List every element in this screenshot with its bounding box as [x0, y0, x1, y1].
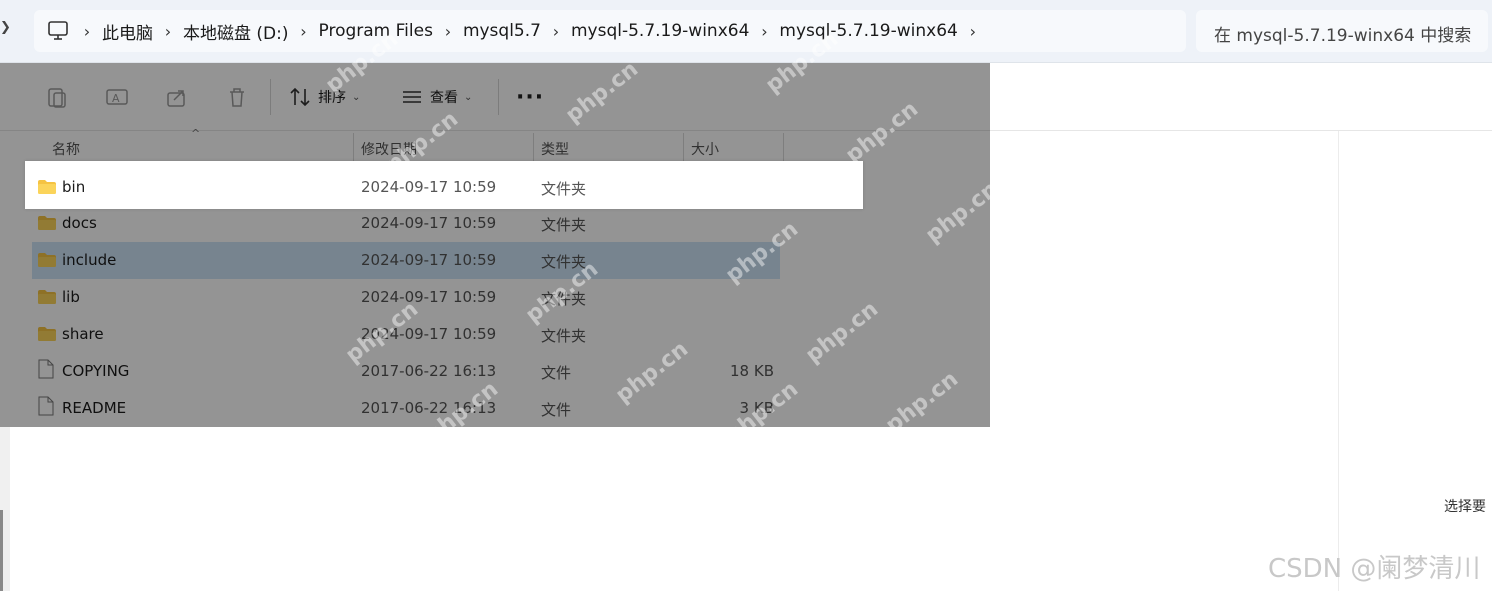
breadcrumb[interactable]: › 此电脑 › 本地磁盘 (D:) › Program Files › mysq… [34, 10, 1186, 52]
more-options-icon[interactable]: ··· [516, 85, 544, 110]
highlighted-row-bin[interactable]: bin 2024-09-17 10:59 文件夹 [25, 161, 863, 209]
scrollbar[interactable] [0, 510, 3, 591]
php-watermark: php.cn [801, 296, 883, 369]
file-row-include[interactable]: include 2024-09-17 10:59 文件夹 [32, 242, 780, 279]
file-icon [38, 396, 54, 420]
sort-label: 排序 [318, 90, 346, 106]
file-row-share[interactable]: share 2024-09-17 10:59 文件夹 [32, 316, 780, 353]
file-name: include [62, 251, 117, 269]
file-date: 2024-09-17 10:59 [361, 325, 497, 343]
chevron-down-icon: ⌄ [352, 91, 361, 103]
breadcrumb-item[interactable]: mysql-5.7.19-winx64 [571, 21, 749, 41]
chevron-right-icon[interactable]: › [153, 22, 183, 41]
file-type: 文件夹 [541, 290, 587, 308]
cut-icon[interactable] [0, 84, 12, 110]
chevron-right-icon[interactable]: › [541, 22, 571, 41]
file-type: 文件夹 [541, 216, 587, 234]
file-date: 2024-09-17 10:59 [361, 214, 497, 232]
chevron-right-icon[interactable]: › [749, 22, 779, 41]
file-name: bin [62, 178, 86, 196]
paste-icon[interactable] [44, 84, 70, 110]
folder-icon [38, 179, 56, 198]
file-name: docs [62, 214, 97, 232]
file-row-lib[interactable]: lib 2024-09-17 10:59 文件夹 [32, 279, 780, 316]
column-headers: ^ 名称 修改日期 类型 大小 [0, 127, 990, 163]
file-size: 18 KB [730, 362, 774, 380]
chevron-right-icon[interactable]: › [72, 22, 102, 41]
sort-ascending-icon: ^ [191, 127, 201, 140]
file-icon [38, 359, 54, 383]
command-bar: A 排序 ⌄ 查看 ⌄ ··· [0, 63, 1492, 131]
column-header-size[interactable]: 大小 [691, 131, 719, 163]
details-pane-divider[interactable] [1338, 131, 1339, 591]
view-label: 查看 [430, 90, 458, 106]
file-name: README [62, 399, 127, 417]
file-name: lib [62, 288, 80, 306]
file-row-docs[interactable]: docs 2024-09-17 10:59 文件夹 [32, 205, 780, 242]
share-icon[interactable] [164, 84, 190, 110]
column-divider[interactable] [783, 133, 784, 161]
file-explorer-window: ❯ › 此电脑 › 本地磁盘 (D:) › Program Files › my… [0, 0, 1492, 591]
chevron-down-icon: ⌄ [464, 91, 473, 103]
folder-icon [38, 215, 56, 234]
rename-icon[interactable]: A [104, 84, 130, 110]
file-name: share [62, 325, 104, 343]
csdn-watermark: CSDN @阑梦清川 [1268, 554, 1481, 584]
toolbar-divider [270, 79, 271, 115]
file-size: 3 KB [739, 399, 774, 417]
file-row-copying[interactable]: COPYING 2017-06-22 16:13 文件 18 KB [32, 353, 780, 390]
php-watermark: php.cn [881, 366, 963, 439]
delete-icon[interactable] [224, 84, 250, 110]
file-date: 2024-09-17 10:59 [361, 178, 497, 196]
computer-icon[interactable] [46, 20, 72, 42]
chevron-right-icon[interactable]: › [958, 22, 988, 41]
view-icon [403, 91, 421, 103]
folder-icon [38, 252, 56, 271]
breadcrumb-item[interactable]: Program Files [319, 21, 433, 41]
file-date: 2017-06-22 16:13 [361, 362, 497, 380]
file-type: 文件夹 [541, 253, 587, 271]
file-type: 文件 [541, 401, 572, 419]
php-watermark: php.cn [921, 176, 1003, 249]
column-divider[interactable] [683, 133, 684, 161]
file-date: 2017-06-22 16:13 [361, 399, 497, 417]
back-arrow-icon[interactable]: ❯ [0, 20, 11, 35]
breadcrumb-item[interactable]: 此电脑 [102, 19, 153, 44]
chevron-right-icon[interactable]: › [433, 22, 463, 41]
address-bar: ❯ › 此电脑 › 本地磁盘 (D:) › Program Files › my… [0, 0, 1492, 63]
column-divider[interactable] [353, 133, 354, 161]
search-input[interactable]: 在 mysql-5.7.19-winx64 中搜索 [1196, 10, 1488, 52]
file-date: 2024-09-17 10:59 [361, 251, 497, 269]
file-row-readme[interactable]: README 2017-06-22 16:13 文件 3 KB [32, 390, 780, 427]
file-name: COPYING [62, 362, 130, 380]
file-type: 文件 [541, 364, 572, 382]
column-header-date[interactable]: 修改日期 [361, 131, 417, 163]
toolbar-divider [498, 79, 499, 115]
column-header-type[interactable]: 类型 [541, 131, 569, 163]
column-divider[interactable] [533, 133, 534, 161]
details-pane-hint: 选择要 [1444, 499, 1486, 515]
folder-icon [38, 289, 56, 308]
column-header-name[interactable]: 名称 [52, 131, 80, 163]
sort-button[interactable]: 排序 ⌄ [288, 83, 360, 111]
svg-text:A: A [112, 92, 120, 105]
file-type: 文件夹 [541, 180, 587, 198]
folder-icon [38, 326, 56, 345]
sort-icon [290, 87, 310, 107]
breadcrumb-item[interactable]: 本地磁盘 (D:) [183, 19, 289, 44]
chevron-right-icon[interactable]: › [289, 22, 319, 41]
view-button[interactable]: 查看 ⌄ [400, 83, 472, 111]
breadcrumb-item[interactable]: mysql5.7 [463, 21, 541, 41]
breadcrumb-item[interactable]: mysql-5.7.19-winx64 [779, 21, 957, 41]
file-date: 2024-09-17 10:59 [361, 288, 497, 306]
file-type: 文件夹 [541, 327, 587, 345]
